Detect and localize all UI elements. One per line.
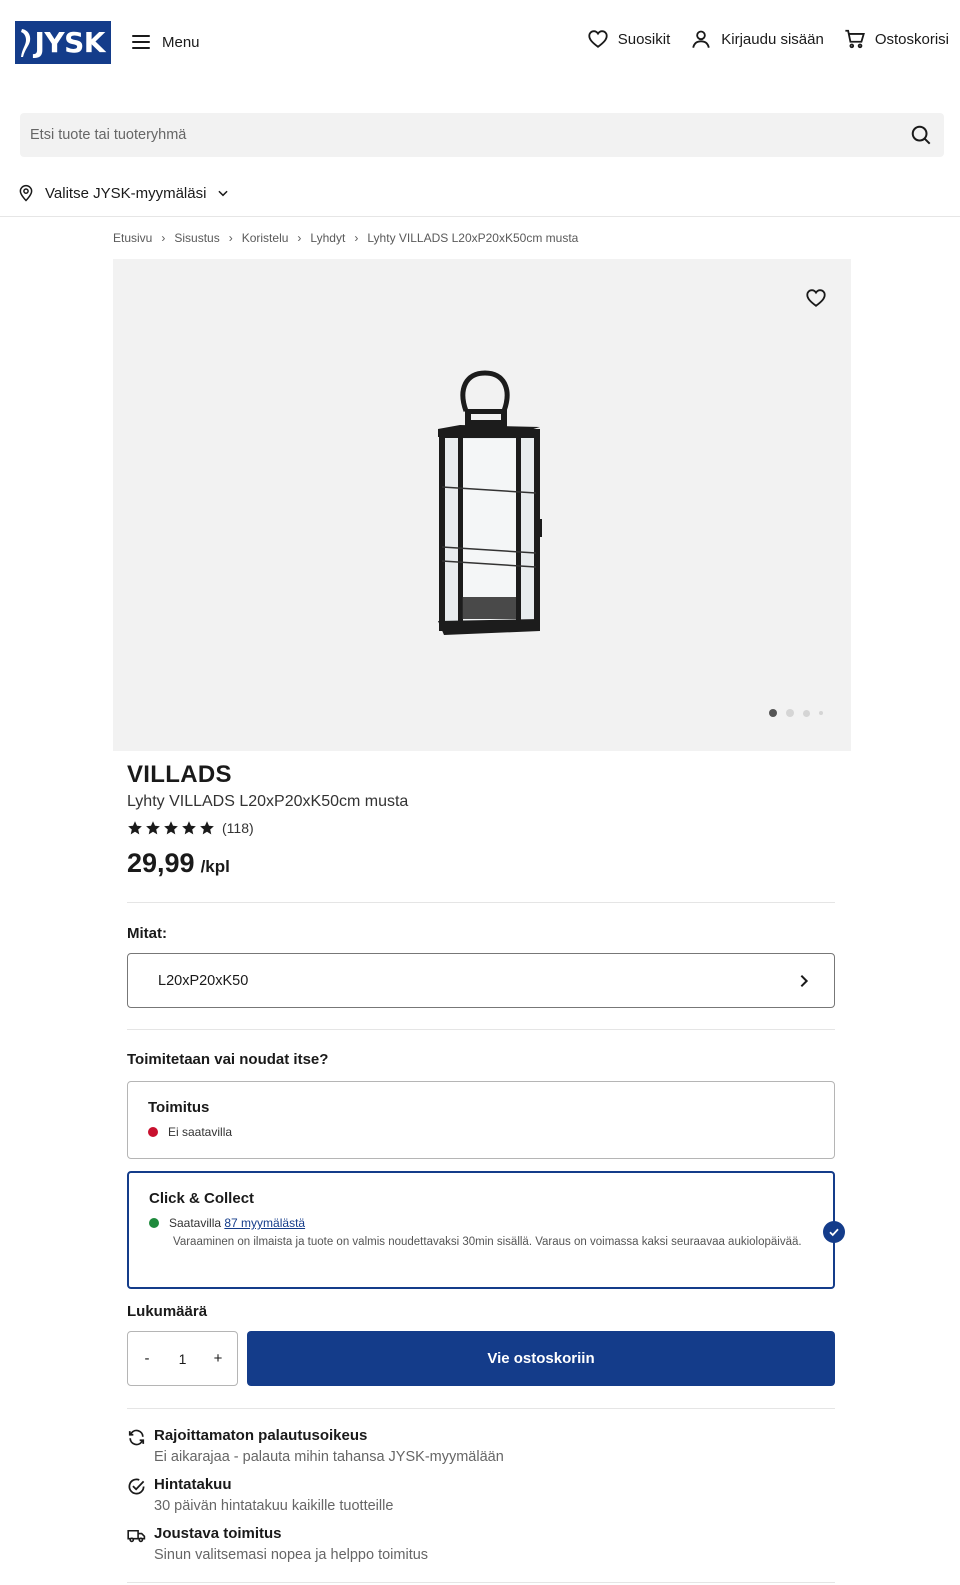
star-icon (182, 821, 196, 835)
gallery-dot-2[interactable] (786, 709, 794, 717)
usp-returns: Rajoittamaton palautusoikeus Ei aikaraja… (127, 1426, 504, 1468)
divider (127, 1408, 835, 1409)
rating-stars (127, 820, 215, 836)
add-to-cart-button[interactable]: Vie ostoskoriin (247, 1331, 835, 1386)
gallery-dot-4[interactable] (819, 711, 823, 715)
product-gallery[interactable] (113, 259, 851, 751)
selected-check-icon (823, 1221, 845, 1243)
click-collect-status-text: Saatavilla (169, 1216, 222, 1230)
product-name: Lyhty VILLADS L20xP20xK50cm musta (127, 793, 409, 810)
usp-price-guarantee: Hintatakuu 30 päivän hintatakuu kaikille… (127, 1475, 393, 1517)
available-status-dot-icon (149, 1218, 159, 1228)
refresh-icon (128, 1429, 145, 1446)
breadcrumb-link-koristelu[interactable]: Koristelu (242, 231, 289, 245)
usp-flexible-delivery-text: Sinun valitsemasi nopea ja helppo toimit… (154, 1547, 429, 1563)
menu-label: Menu (162, 33, 200, 51)
search-bar (20, 113, 944, 157)
cart-label: Ostoskorisi (874, 30, 949, 48)
chevron-right-icon (800, 974, 809, 987)
breadcrumb-separator-icon: › (354, 231, 359, 245)
breadcrumb-separator-icon: › (297, 231, 302, 245)
price-value: 29,99 (127, 848, 195, 878)
delivery-option-shipping[interactable]: Toimitus Ei saatavilla (127, 1081, 835, 1159)
size-label: Mitat: (127, 925, 167, 942)
product-brand: VILLADS (127, 761, 232, 788)
click-collect-note: Varaaminen on ilmaista ja tuote on valmi… (173, 1236, 802, 1248)
quantity-stepper: - 1 + (127, 1331, 238, 1386)
price-unit: /kpl (200, 857, 230, 876)
jysk-logo[interactable]: JYSK (15, 21, 111, 64)
favorites-button[interactable]: Suosikit (587, 28, 671, 50)
store-selector[interactable]: Valitse JYSK-myymäläsi (17, 184, 230, 202)
usp-returns-text: Ei aikarajaa - palauta mihin tahansa JYS… (154, 1449, 504, 1465)
gallery-dot-1[interactable] (769, 709, 777, 717)
store-selector-label: Valitse JYSK-myymäläsi (45, 184, 207, 202)
header-actions: Suosikit Kirjaudu sisään Ostoskorisi (587, 28, 949, 50)
star-icon (200, 821, 214, 835)
product-price: 29,99 /kpl (127, 848, 230, 879)
breadcrumb-separator-icon: › (228, 231, 233, 245)
breadcrumb-current: Lyhty VILLADS L20xP20xK50cm musta (367, 231, 579, 245)
click-collect-status: Saatavilla 87 myymälästä (149, 1216, 813, 1230)
unavailable-status-dot-icon (148, 1127, 158, 1137)
breadcrumb: Etusivu › Sisustus › Koristelu › Lyhdyt … (113, 231, 578, 245)
usp-returns-title: Rajoittamaton palautusoikeus (154, 1427, 368, 1444)
usp-price-guarantee-text: 30 päivän hintatakuu kaikille tuotteille (154, 1498, 394, 1514)
site-header: JYSK Menu Suosikit Kirjaudu sisään Ostos… (0, 0, 960, 84)
star-icon (146, 821, 160, 835)
star-icon (164, 821, 178, 835)
location-pin-icon (19, 184, 33, 202)
cart-button[interactable]: Ostoskorisi (844, 28, 949, 50)
breadcrumb-link-lyhdyt[interactable]: Lyhdyt (310, 231, 345, 245)
usp-price-guarantee-title: Hintatakuu (154, 1476, 232, 1493)
quantity-value[interactable]: 1 (179, 1351, 187, 1367)
login-button[interactable]: Kirjaudu sisään (690, 28, 824, 50)
star-icon (128, 821, 142, 835)
delivery-option-click-collect[interactable]: Click & Collect Saatavilla 87 myymälästä… (127, 1171, 845, 1289)
product-image-lantern (438, 370, 542, 635)
search-input[interactable] (30, 127, 910, 143)
usp-flexible-delivery: Joustava toimitus Sinun valitsemasi nope… (127, 1524, 428, 1566)
add-to-favorites-heart-icon[interactable] (805, 287, 827, 309)
favorites-label: Suosikit (617, 30, 671, 48)
menu-button[interactable]: Menu (132, 29, 200, 55)
divider (127, 1582, 835, 1583)
quantity-increase-button[interactable]: + (211, 1350, 225, 1367)
hamburger-icon (132, 35, 150, 49)
quantity-label: Lukumäärä (127, 1303, 208, 1320)
header-divider (0, 216, 960, 217)
divider (127, 1029, 835, 1030)
logo-text: JYSK (34, 26, 105, 59)
divider (127, 902, 835, 903)
breadcrumb-link-etusivu[interactable]: Etusivu (113, 231, 152, 245)
size-selector[interactable]: L20xP20xK50 (127, 953, 835, 1008)
user-icon (692, 30, 710, 48)
store-availability-link[interactable]: 87 myymälästä (224, 1216, 305, 1230)
gallery-pagination (769, 709, 823, 717)
size-value: L20xP20xK50 (158, 972, 249, 989)
check-circle-icon (128, 1478, 145, 1495)
click-collect-title: Click & Collect (149, 1190, 255, 1207)
shipping-title: Toimitus (148, 1099, 210, 1116)
delivery-heading: Toimitetaan vai noudat itse? (127, 1051, 329, 1068)
login-label: Kirjaudu sisään (721, 30, 824, 48)
chevron-down-icon (218, 190, 229, 197)
breadcrumb-link-sisustus[interactable]: Sisustus (174, 231, 219, 245)
search-icon[interactable] (910, 124, 932, 146)
bird-logo-icon (21, 29, 31, 57)
truck-icon (127, 1529, 146, 1543)
quantity-decrease-button[interactable]: - (140, 1350, 154, 1367)
shipping-status: Ei saatavilla (148, 1125, 814, 1139)
product-rating[interactable]: (118) (127, 820, 254, 836)
shipping-status-text: Ei saatavilla (168, 1125, 233, 1139)
cart-icon (845, 29, 865, 49)
gallery-dot-3[interactable] (803, 709, 810, 717)
breadcrumb-separator-icon: › (161, 231, 166, 245)
heart-icon (588, 30, 608, 48)
review-count: (118) (222, 820, 254, 836)
usp-flexible-delivery-title: Joustava toimitus (154, 1525, 282, 1542)
